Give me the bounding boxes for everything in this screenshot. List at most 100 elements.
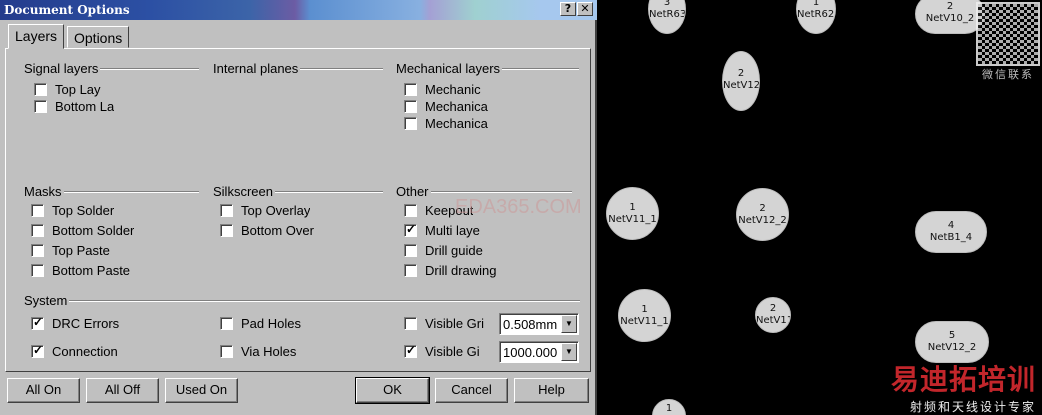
checkbox-via-holes[interactable]: Via Holes xyxy=(220,344,370,359)
checkbox-drill-guide[interactable]: Drill guide xyxy=(404,243,514,258)
pcb-pad[interactable]: 2 NetV12_2 xyxy=(736,188,789,241)
checkbox-top-overlay[interactable]: Top Overlay xyxy=(220,203,330,218)
checkbox-bottom-paste[interactable]: Bottom Paste xyxy=(31,263,191,278)
checkbox-box[interactable] xyxy=(220,345,233,358)
checkbox-mechanical-3[interactable]: Mechanica xyxy=(404,116,499,131)
pcb-pad[interactable]: 2 NetV12_ xyxy=(722,51,760,111)
checkbox-bottom-solder[interactable]: Bottom Solder xyxy=(31,223,191,238)
help-button[interactable]: Help xyxy=(514,378,589,403)
checkbox-box[interactable] xyxy=(31,316,44,330)
pad-number: 3 xyxy=(663,0,671,8)
pcb-pad[interactable]: 1 NetV11_1 xyxy=(606,187,659,240)
checkbox-pad-holes[interactable]: Pad Holes xyxy=(220,316,370,331)
checkbox-box[interactable] xyxy=(404,344,417,358)
checkbox-label: Multi laye xyxy=(425,223,480,238)
pcb-pad[interactable]: 2 NetV10_2 xyxy=(915,0,985,34)
checkbox-box[interactable] xyxy=(220,317,233,330)
checkbox-connections[interactable]: Connection xyxy=(31,344,119,359)
other-title: Other xyxy=(396,184,431,199)
checkbox-top-layer[interactable]: Top Lay xyxy=(34,82,104,97)
checkbox-visible-grid-2[interactable]: Visible Gi xyxy=(404,344,490,359)
checkbox-label: Drill guide xyxy=(425,243,483,258)
checkbox-label: Bottom Over xyxy=(241,223,314,238)
checkbox-box[interactable] xyxy=(404,83,417,96)
pad-net: NetV11_1 xyxy=(620,316,669,327)
title-bar[interactable]: Document Options ? ✕ xyxy=(0,0,597,20)
pad-net: NetV10_2 xyxy=(925,13,975,24)
checkbox-bottom-overlay[interactable]: Bottom Over xyxy=(220,223,320,238)
checkbox-label: Visible Gri xyxy=(425,316,485,331)
checkbox-box[interactable] xyxy=(404,100,417,113)
checkbox-label: Bottom La xyxy=(55,99,115,114)
checkbox-label: Mechanica xyxy=(425,116,488,131)
internal-planes-title: Internal planes xyxy=(213,61,301,76)
checkbox-mechanical-1[interactable]: Mechanic xyxy=(404,82,499,97)
close-icon[interactable]: ✕ xyxy=(577,2,593,16)
checkbox-label: Bottom Solder xyxy=(52,223,135,238)
checkbox-label: Drill drawing xyxy=(425,263,497,278)
cancel-button[interactable]: Cancel xyxy=(435,378,508,403)
tab-layers[interactable]: Layers xyxy=(8,24,65,49)
checkbox-label: Top Overlay xyxy=(241,203,311,218)
checkbox-drill-drawing[interactable]: Drill drawing xyxy=(404,263,504,278)
pcb-pad[interactable]: 2 NetV11 xyxy=(755,297,791,333)
checkbox-top-solder[interactable]: Top Solder xyxy=(31,203,191,218)
pcb-pad[interactable]: 1 NetV11_1 xyxy=(618,289,671,342)
pad-net: NetV11 xyxy=(756,315,791,326)
pad-net: NetV12_2 xyxy=(927,342,977,353)
pcb-pad[interactable]: 1 NetR62_ xyxy=(796,0,836,34)
chevron-down-icon[interactable]: ▼ xyxy=(561,315,577,333)
checkbox-box[interactable] xyxy=(31,224,44,237)
masks-title: Masks xyxy=(24,184,64,199)
pcb-pad[interactable]: 5 NetV12_2 xyxy=(915,321,989,363)
pad-net: NetR63_ xyxy=(649,9,686,20)
signal-layers-title: Signal layers xyxy=(24,61,101,76)
checkbox-mechanical-2[interactable]: Mechanica xyxy=(404,99,499,114)
checkbox-box[interactable] xyxy=(404,317,417,330)
checkbox-box[interactable] xyxy=(34,100,47,113)
used-on-button[interactable]: Used On xyxy=(165,378,238,403)
checkbox-label: Mechanic xyxy=(425,82,481,97)
pcb-pad[interactable]: 3 NetR63_ xyxy=(648,0,686,34)
pad-net: NetV12_ xyxy=(723,80,760,91)
checkbox-box[interactable] xyxy=(31,244,44,257)
checkbox-box[interactable] xyxy=(31,204,44,217)
all-on-button[interactable]: All On xyxy=(7,378,80,403)
mechanical-layers-title: Mechanical layers xyxy=(396,61,503,76)
checkbox-label: Pad Holes xyxy=(241,316,301,331)
all-off-button[interactable]: All Off xyxy=(86,378,159,403)
checkbox-label: Connection xyxy=(52,344,118,359)
ok-button[interactable]: OK xyxy=(355,377,430,404)
checkbox-box[interactable] xyxy=(404,264,417,277)
checkbox-visible-grid-1[interactable]: Visible Gri xyxy=(404,316,490,331)
pcb-pad[interactable]: 4 NetB1_4 xyxy=(915,211,987,253)
help-icon[interactable]: ? xyxy=(560,2,576,16)
checkbox-box[interactable] xyxy=(31,264,44,277)
select-value: 0.508mm xyxy=(503,316,558,332)
pad-net: NetR62_ xyxy=(797,9,836,20)
checkbox-multi-layer[interactable]: Multi laye xyxy=(404,223,490,238)
pcb-canvas[interactable]: 3 NetR63_ 1 NetR62_ 2 NetV10_2 2 NetV12_… xyxy=(597,0,1042,415)
checkbox-box[interactable] xyxy=(404,223,417,237)
checkbox-box[interactable] xyxy=(404,244,417,257)
checkbox-box[interactable] xyxy=(404,204,417,217)
checkbox-box[interactable] xyxy=(220,204,233,217)
checkbox-drc-errors[interactable]: DRC Errors xyxy=(31,316,181,331)
checkbox-top-paste[interactable]: Top Paste xyxy=(31,243,191,258)
checkbox-bottom-layer[interactable]: Bottom La xyxy=(34,99,116,114)
pad-number: 2 xyxy=(759,203,766,214)
visible-grid-2-select[interactable]: 1000.000 ▼ xyxy=(499,341,579,363)
pad-net: NetV11_1 xyxy=(608,214,657,225)
checkbox-box[interactable] xyxy=(31,344,44,358)
checkbox-box[interactable] xyxy=(404,117,417,130)
checkbox-box[interactable] xyxy=(34,83,47,96)
pcb-pad[interactable]: 1 xyxy=(652,399,686,415)
visible-grid-1-select[interactable]: 0.508mm ▼ xyxy=(499,313,579,335)
pad-number: 1 xyxy=(629,202,636,213)
checkbox-box[interactable] xyxy=(220,224,233,237)
pad-number: 4 xyxy=(947,220,955,231)
chevron-down-icon[interactable]: ▼ xyxy=(561,343,577,361)
tab-options[interactable]: Options xyxy=(67,26,130,48)
checkbox-label: Visible Gi xyxy=(425,344,480,359)
pad-number: 5 xyxy=(948,330,956,341)
